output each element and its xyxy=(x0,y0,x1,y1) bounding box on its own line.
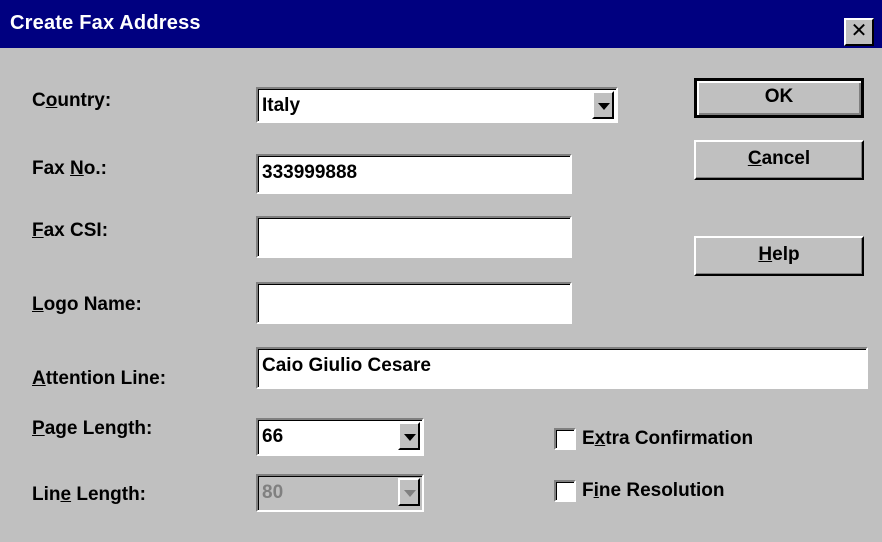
dropdown-arrow-icon xyxy=(398,478,420,506)
attention-line-value: Caio Giulio Cesare xyxy=(262,355,431,376)
fax-csi-label: Fax CSI: xyxy=(32,220,109,241)
line-length-value: 80 xyxy=(262,482,284,503)
fax-no-label: Fax No.: xyxy=(32,158,107,179)
close-button[interactable]: ✕ xyxy=(844,18,874,46)
page-length-dropdown[interactable]: 66 xyxy=(256,418,424,456)
fine-resolution-checkbox[interactable] xyxy=(554,480,576,502)
attention-line-input[interactable]: Caio Giulio Cesare xyxy=(256,347,868,389)
help-button[interactable]: Help xyxy=(694,236,864,276)
title-bar: Create Fax Address ✕ xyxy=(0,0,882,48)
page-length-value: 66 xyxy=(262,426,284,447)
line-length-dropdown: 80 xyxy=(256,474,424,512)
dropdown-arrow-icon[interactable] xyxy=(592,91,614,119)
ok-button[interactable]: OK xyxy=(694,78,864,118)
country-dropdown[interactable]: Italy xyxy=(256,87,618,123)
extra-confirmation-label[interactable]: Extra Confirmation xyxy=(582,428,753,450)
country-label: Country: xyxy=(32,90,112,111)
fine-resolution-label[interactable]: Fine Resolution xyxy=(582,480,725,502)
logo-name-label: Logo Name: xyxy=(32,294,142,315)
page-length-label: Page Length: xyxy=(32,418,153,439)
fax-no-input[interactable]: 333999888 xyxy=(256,154,572,194)
cancel-button[interactable]: Cancel xyxy=(694,140,864,180)
create-fax-address-dialog: Create Fax Address ✕ Country: Italy Fax … xyxy=(0,0,882,542)
window-title: Create Fax Address xyxy=(10,12,201,34)
fax-csi-input[interactable] xyxy=(256,216,572,258)
extra-confirmation-checkbox[interactable] xyxy=(554,428,576,450)
fax-no-value: 333999888 xyxy=(262,162,358,183)
logo-name-input[interactable] xyxy=(256,282,572,324)
line-length-label: Line Length: xyxy=(32,484,147,505)
close-icon: ✕ xyxy=(850,20,868,42)
dropdown-arrow-icon[interactable] xyxy=(398,422,420,450)
country-value: Italy xyxy=(262,95,301,116)
attention-line-label: Attention Line: xyxy=(32,368,167,389)
